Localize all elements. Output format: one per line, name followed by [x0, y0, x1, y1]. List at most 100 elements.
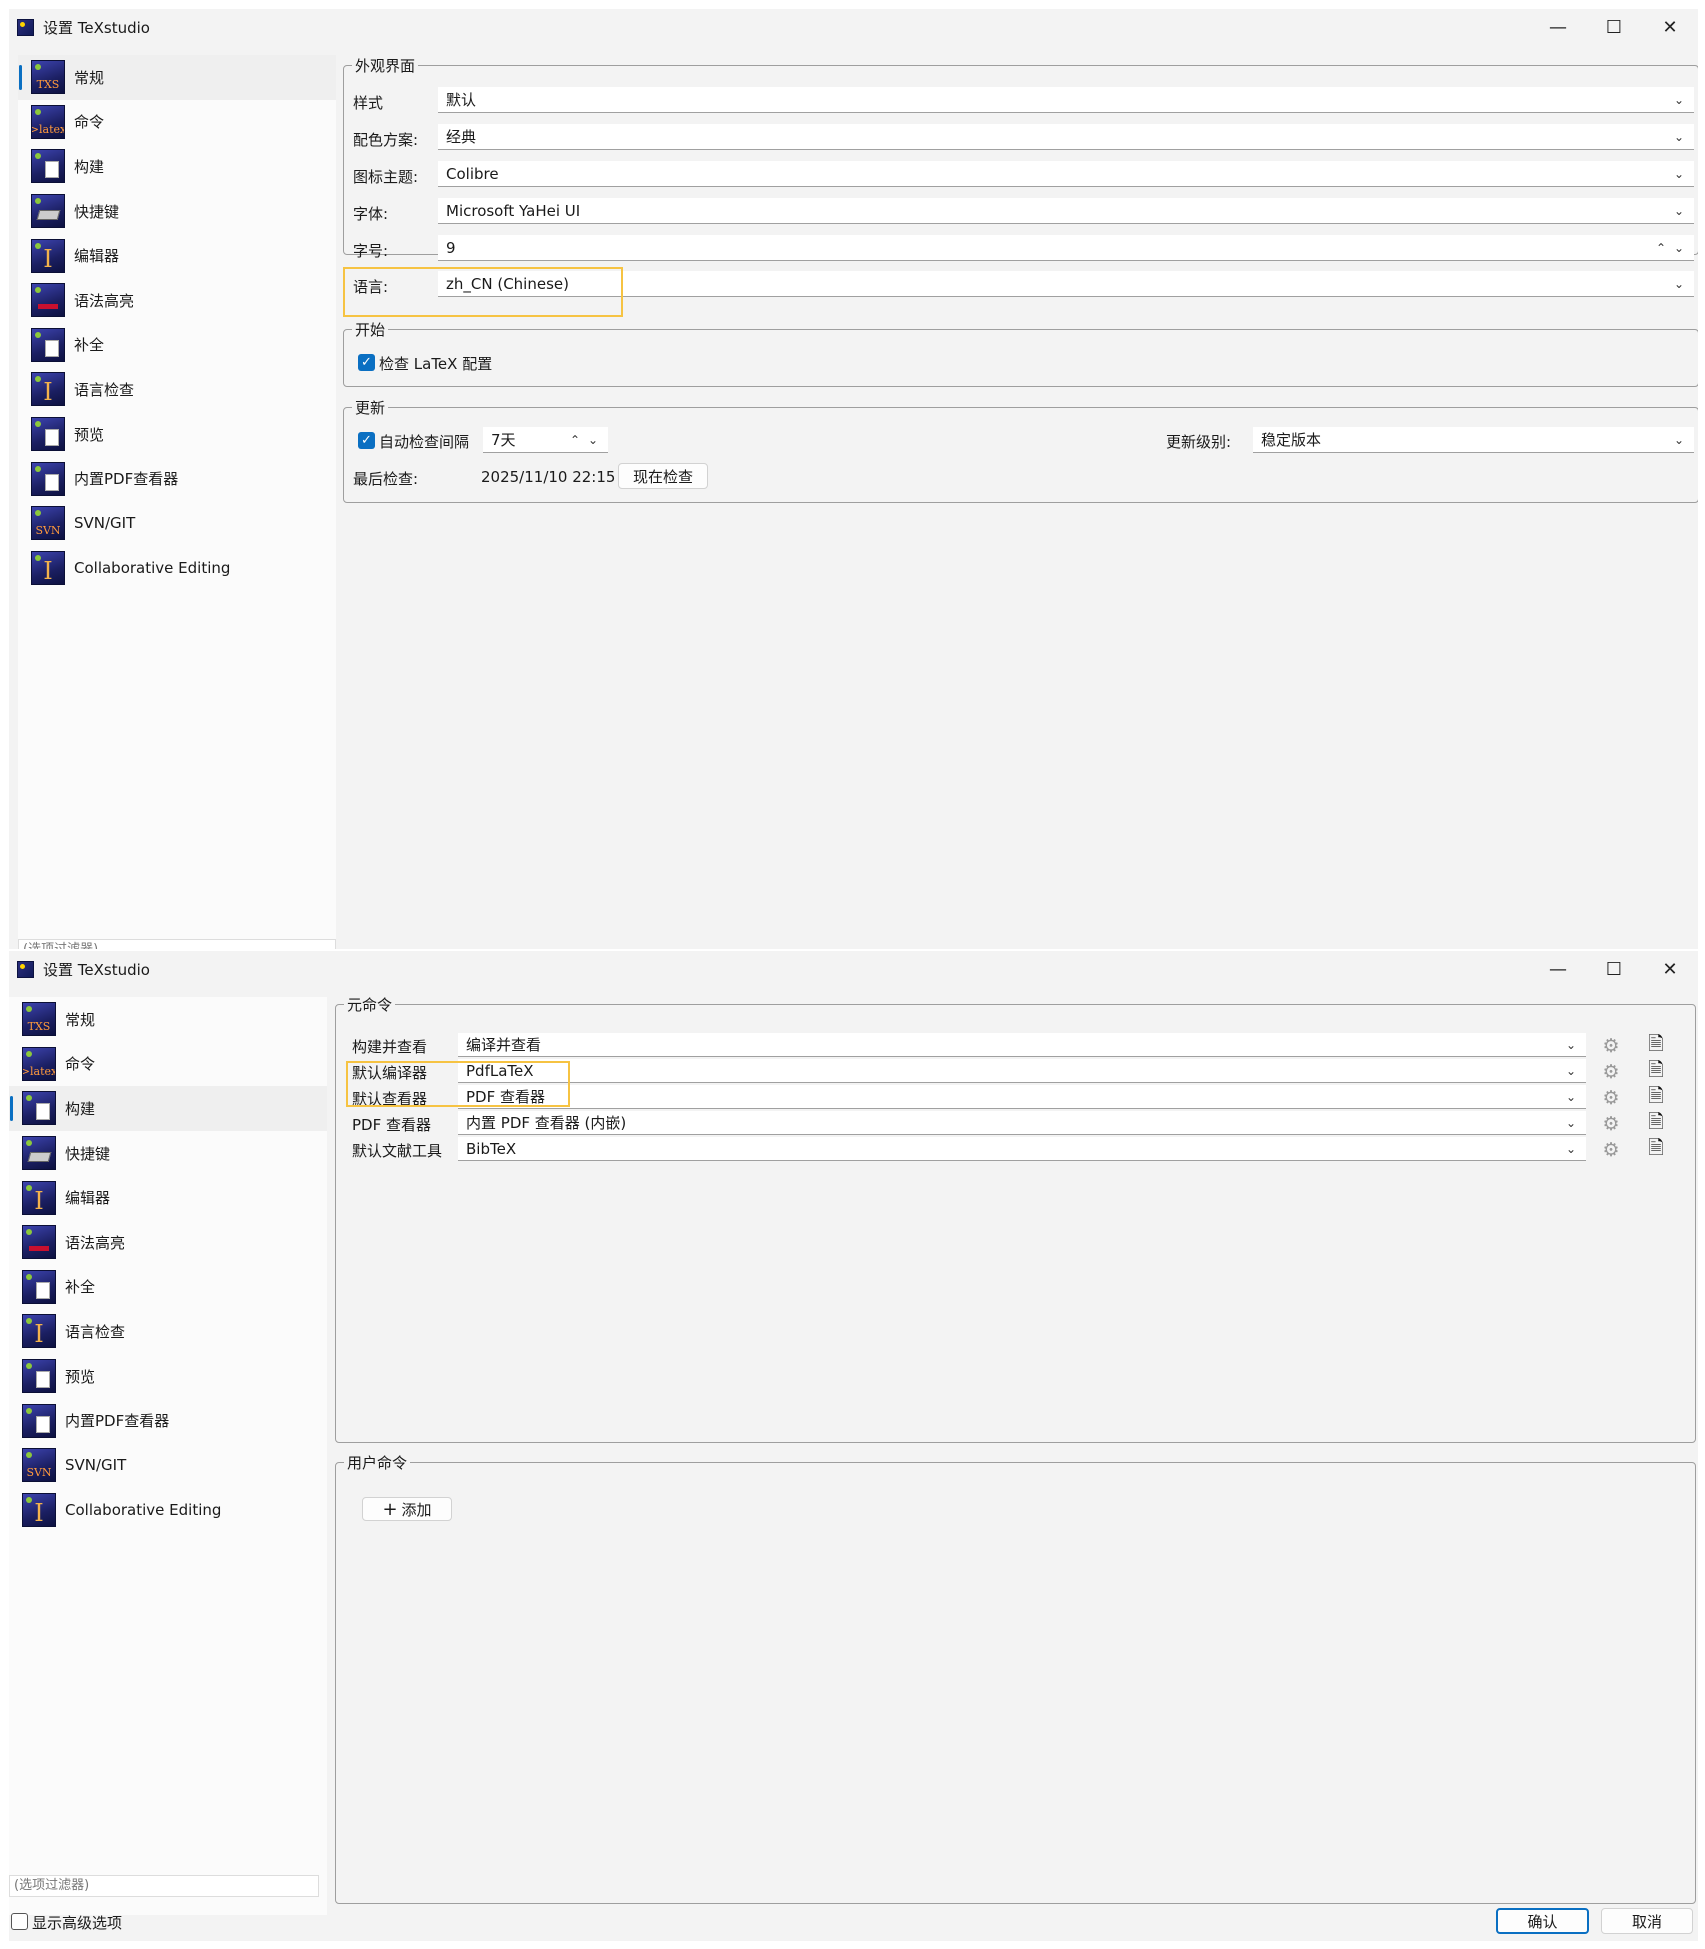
- sidebar-item-label: 补全: [74, 336, 105, 355]
- option-filter-input[interactable]: (选项过滤器): [18, 939, 336, 949]
- font-value: Microsoft YaHei UI: [446, 201, 581, 220]
- user-commands-group: 用户命令: [335, 1452, 1696, 1904]
- sidebar-item-lang[interactable]: I 语言检查: [9, 1309, 327, 1354]
- sidebar-item-label: 内置PDF查看器: [74, 470, 179, 489]
- gear-icon[interactable]: ⚙: [1597, 1085, 1625, 1111]
- sidebar-item-preview[interactable]: 预览: [9, 1354, 327, 1399]
- interval-spinbox[interactable]: 7天 ⌃ ⌄: [483, 427, 608, 453]
- latex-icon: >latex: [22, 1046, 56, 1081]
- font-size-spinbox[interactable]: 9 ⌃ ⌄: [438, 235, 1694, 261]
- style-combo[interactable]: 默认 ⌄: [438, 87, 1694, 113]
- sidebar-item-label: 语言检查: [65, 1322, 126, 1341]
- sidebar-item-label: 语言检查: [74, 380, 135, 399]
- sidebar-item-keys[interactable]: 快捷键: [18, 189, 336, 234]
- texstudio-app-icon: [17, 18, 34, 36]
- icon-theme-label: 图标主题:: [353, 168, 419, 186]
- chevron-down-icon[interactable]: ⌄: [1670, 241, 1688, 255]
- document-icon[interactable]: 🗎: [1642, 1137, 1670, 1163]
- sidebar-icon-glyph: I: [43, 378, 53, 407]
- sidebar-item-syntax[interactable]: 语法高亮: [18, 278, 336, 323]
- default-viewer-combo[interactable]: PDF 查看器 ⌄: [458, 1085, 1586, 1109]
- auto-check-checkbox[interactable]: ✓: [358, 432, 375, 449]
- sidebar-item-pdf[interactable]: 内置PDF查看器: [9, 1398, 327, 1443]
- minimize-icon[interactable]: —: [1530, 951, 1586, 987]
- chevron-up-icon[interactable]: ⌃: [566, 433, 584, 447]
- minimize-icon[interactable]: —: [1530, 9, 1586, 45]
- add-command-button[interactable]: + 添加: [362, 1497, 452, 1521]
- sidebar-item-svn[interactable]: SVN SVN/GIT: [18, 501, 336, 546]
- pdf-viewer-value: 内置 PDF 查看器 (内嵌): [466, 1114, 627, 1132]
- gear-icon[interactable]: ⚙: [1597, 1033, 1625, 1059]
- sidebar-item-txs[interactable]: TXS 常规: [18, 55, 336, 100]
- sidebar-item-complete[interactable]: 补全: [9, 1265, 327, 1310]
- check-latex-checkbox[interactable]: ✓: [358, 354, 375, 371]
- font-combo[interactable]: Microsoft YaHei UI ⌄: [438, 198, 1694, 224]
- sidebar-item-keys[interactable]: 快捷键: [9, 1131, 327, 1176]
- update-level-combo[interactable]: 稳定版本 ⌄: [1253, 427, 1694, 453]
- collab-icon: I: [22, 1492, 56, 1527]
- sidebar-item-pdf[interactable]: 内置PDF查看器: [18, 456, 336, 501]
- sidebar-item-label: 构建: [74, 157, 105, 176]
- default-compiler-value: PdfLaTeX: [466, 1061, 534, 1080]
- sidebar-item-label: 补全: [65, 1278, 96, 1297]
- build-icon: [31, 149, 65, 184]
- color-scheme-combo[interactable]: 经典 ⌄: [438, 124, 1694, 150]
- plus-icon: +: [382, 1498, 398, 1520]
- ok-button[interactable]: 确认: [1496, 1908, 1589, 1934]
- sidebar-item-build[interactable]: 构建: [9, 1086, 327, 1131]
- sidebar-item-collab[interactable]: I Collaborative Editing: [18, 546, 336, 591]
- chevron-down-icon: ⌄: [1565, 1115, 1577, 1130]
- check-latex-label: 检查 LaTeX 配置: [379, 355, 493, 373]
- preview-icon: [31, 417, 65, 452]
- group-title: 开始: [352, 319, 389, 340]
- show-advanced-checkbox[interactable]: [11, 1913, 28, 1930]
- group-title: 用户命令: [344, 1452, 411, 1473]
- sidebar-item-syntax[interactable]: 语法高亮: [9, 1220, 327, 1265]
- option-filter-input[interactable]: (选项过滤器): [9, 1875, 319, 1897]
- sidebar-item-label: 语法高亮: [74, 291, 135, 310]
- gear-icon[interactable]: ⚙: [1597, 1137, 1625, 1163]
- default-compiler-combo[interactable]: PdfLaTeX ⌄: [458, 1059, 1586, 1083]
- gear-icon[interactable]: ⚙: [1597, 1059, 1625, 1085]
- build-and-view-value: 编译并查看: [466, 1036, 542, 1054]
- color-scheme-value: 经典: [446, 128, 477, 146]
- style-value: 默认: [446, 91, 477, 109]
- close-icon[interactable]: ✕: [1642, 951, 1698, 987]
- sidebar-item-latex[interactable]: >latex 命令: [18, 100, 336, 145]
- close-icon[interactable]: ✕: [1642, 9, 1698, 45]
- sidebar-item-svn[interactable]: SVN SVN/GIT: [9, 1443, 327, 1488]
- pdf-viewer-combo[interactable]: 内置 PDF 查看器 (内嵌) ⌄: [458, 1111, 1586, 1135]
- add-command-label: 添加: [401, 1500, 432, 1519]
- sidebar-item-label: 命令: [74, 113, 105, 132]
- language-combo[interactable]: zh_CN (Chinese) ⌄: [438, 271, 1694, 297]
- sidebar-item-complete[interactable]: 补全: [18, 323, 336, 368]
- icon-theme-combo[interactable]: Colibre ⌄: [438, 161, 1694, 187]
- default-bibliography-combo[interactable]: BibTeX ⌄: [458, 1137, 1586, 1161]
- update-level-value: 稳定版本: [1261, 431, 1322, 449]
- sidebar-item-latex[interactable]: >latex 命令: [9, 1042, 327, 1087]
- gear-icon[interactable]: ⚙: [1597, 1111, 1625, 1137]
- sidebar-item-label: 常规: [74, 68, 105, 87]
- chevron-down-icon[interactable]: ⌄: [584, 433, 602, 447]
- color-scheme-label: 配色方案:: [353, 131, 419, 149]
- cancel-button[interactable]: 取消: [1601, 1908, 1693, 1934]
- group-title: 外观界面: [352, 55, 419, 76]
- sidebar-item-preview[interactable]: 预览: [18, 412, 336, 457]
- build-and-view-combo[interactable]: 编译并查看 ⌄: [458, 1033, 1586, 1057]
- maximize-icon[interactable]: ☐: [1586, 951, 1642, 987]
- syntax-icon: [22, 1225, 56, 1260]
- sidebar-item-editor[interactable]: I 编辑器: [9, 1175, 327, 1220]
- latex-icon: >latex: [31, 104, 65, 139]
- build-icon: [22, 1091, 56, 1126]
- sidebar-item-lang[interactable]: I 语言检查: [18, 367, 336, 412]
- chevron-down-icon: ⌄: [1673, 92, 1685, 107]
- sidebar-item-collab[interactable]: I Collaborative Editing: [9, 1488, 327, 1533]
- sidebar-item-build[interactable]: 构建: [18, 144, 336, 189]
- chevron-up-icon[interactable]: ⌃: [1652, 241, 1670, 255]
- syntax-icon: [31, 283, 65, 318]
- language-value: zh_CN (Chinese): [446, 274, 569, 293]
- maximize-icon[interactable]: ☐: [1586, 9, 1642, 45]
- sidebar-item-editor[interactable]: I 编辑器: [18, 233, 336, 278]
- check-now-button[interactable]: 现在检查: [618, 463, 708, 489]
- sidebar-item-txs[interactable]: TXS 常规: [9, 997, 327, 1042]
